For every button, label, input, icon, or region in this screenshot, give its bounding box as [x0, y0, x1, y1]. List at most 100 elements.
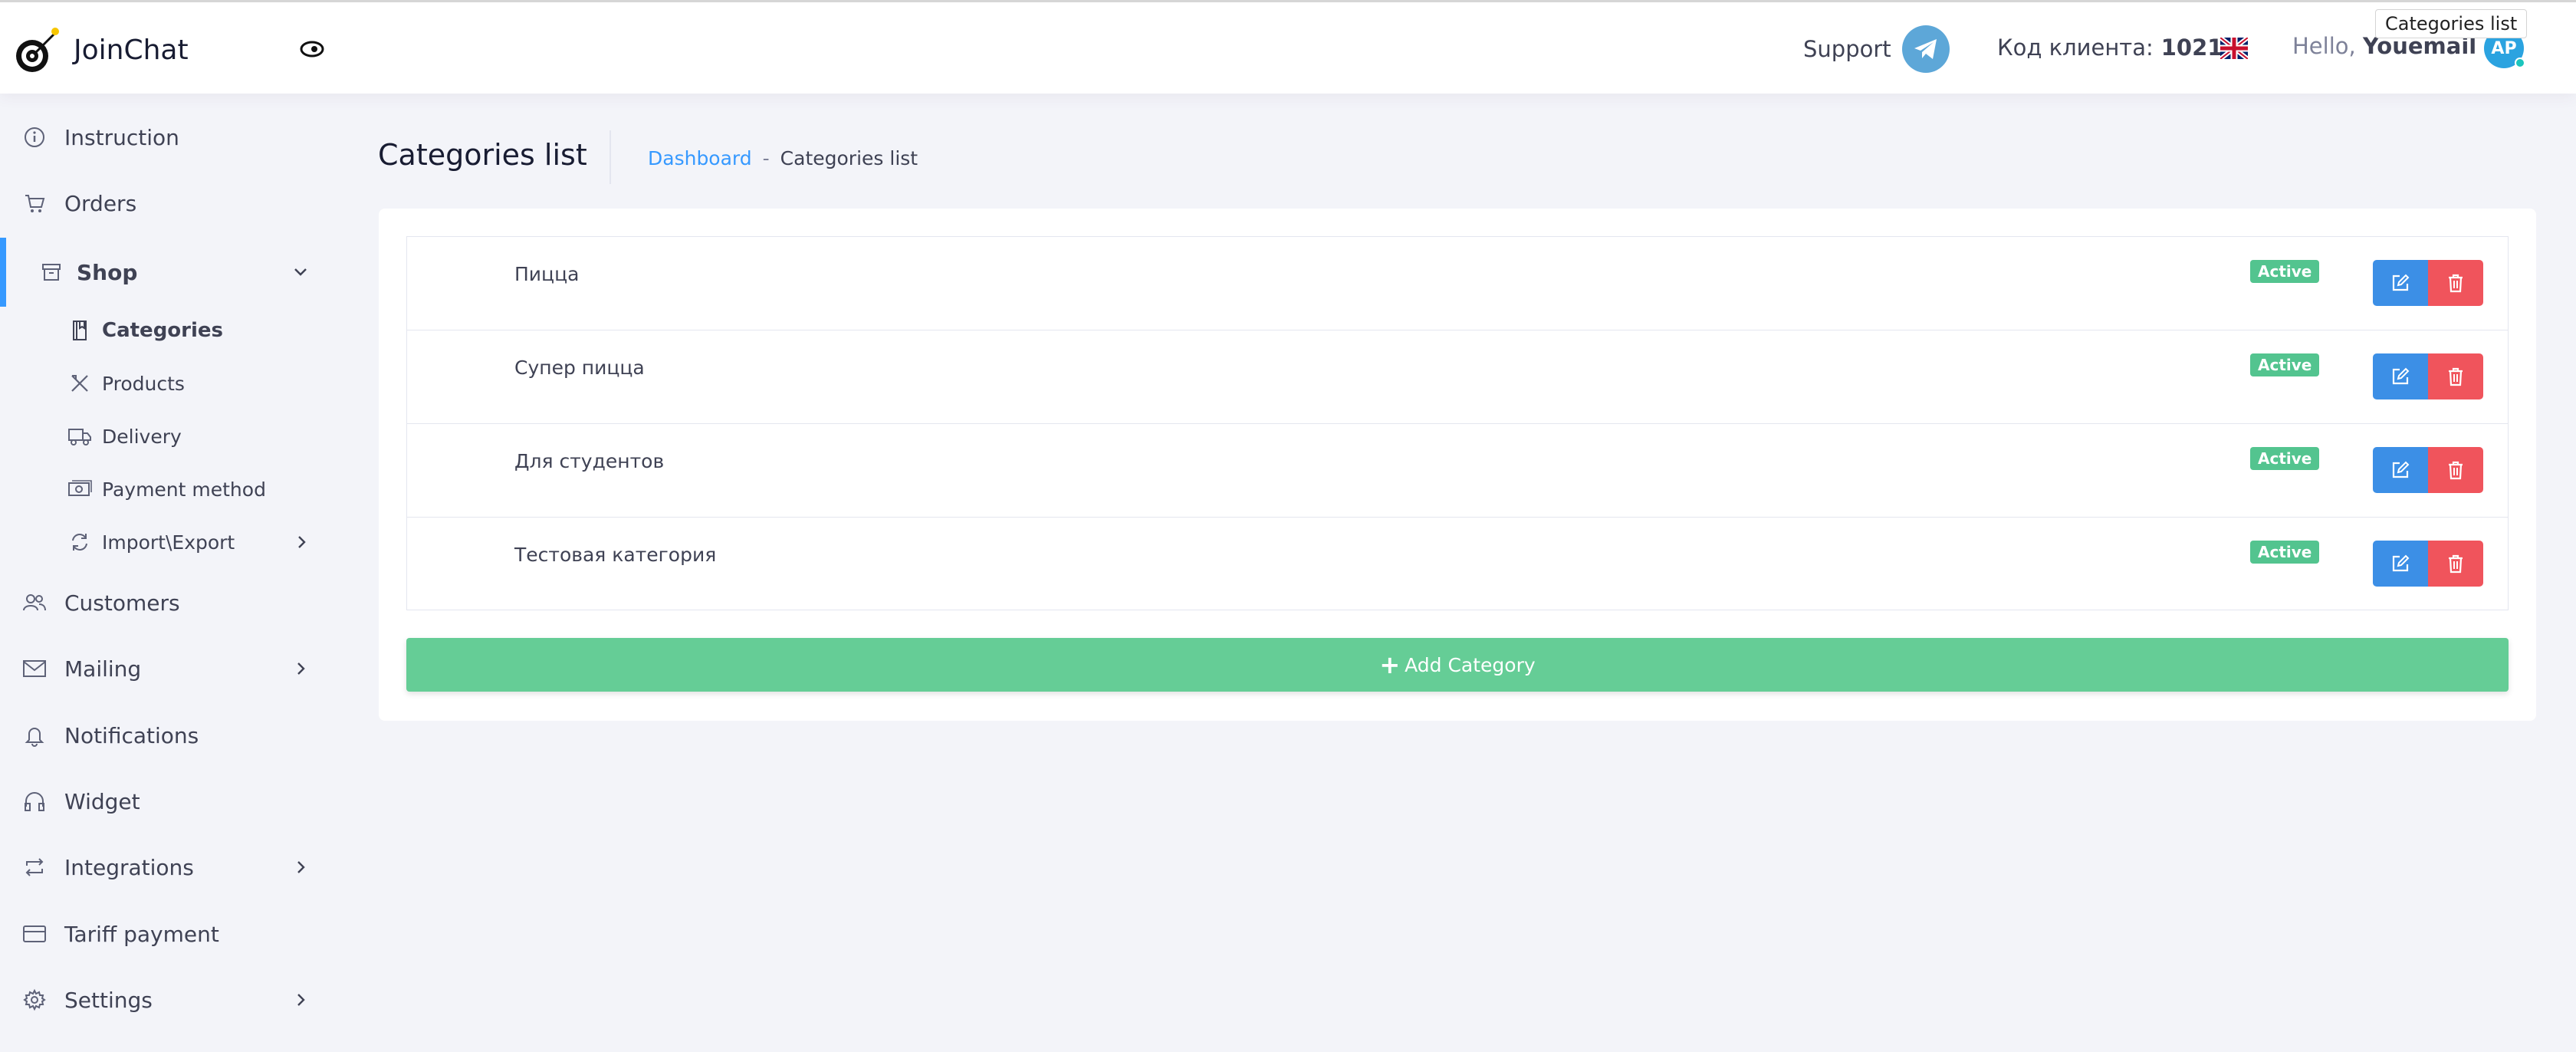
edit-icon: [2392, 461, 2410, 478]
edit-icon: [2392, 274, 2410, 291]
edit-button[interactable]: [2373, 447, 2428, 493]
sidebar-item-customers[interactable]: Customers: [0, 578, 330, 627]
sidebar-item-integrations[interactable]: Integrations: [0, 843, 330, 892]
status-badge: Active: [2250, 541, 2320, 564]
sidebar-item-label: Tariff payment: [64, 921, 219, 947]
active-indicator: [0, 238, 6, 307]
edit-button[interactable]: [2373, 353, 2428, 399]
sidebar-item-label: Widget: [64, 788, 140, 814]
brand-name: JoinChat: [74, 34, 189, 66]
status-badge: Active: [2250, 447, 2320, 470]
edit-button[interactable]: [2373, 541, 2428, 587]
add-category-button[interactable]: + Add Category: [406, 638, 2509, 692]
book-icon: [67, 318, 92, 343]
sidebar-subitem-delivery[interactable]: Delivery: [0, 415, 330, 458]
table-row[interactable]: Тестовая категория Active: [407, 518, 2508, 611]
delete-button[interactable]: [2428, 260, 2483, 306]
bell-icon: [21, 722, 48, 748]
repeat-icon: [21, 854, 48, 880]
sidebar-subitem-label: Import\Export: [102, 531, 235, 554]
tooltip: Categories list: [2375, 9, 2528, 38]
sidebar-item-mailing[interactable]: Mailing: [0, 644, 330, 693]
truck-icon: [67, 424, 92, 449]
title-separator: [610, 130, 611, 184]
sidebar-subitem-label: Products: [102, 372, 185, 395]
chevron-right-icon: [298, 536, 306, 548]
sidebar-item-label: Settings: [64, 987, 153, 1013]
chevron-down-icon: [294, 268, 307, 276]
info-icon: [21, 124, 48, 150]
top-header: JoinChat Support Код клиента: 1021 Hello,…: [0, 0, 2576, 94]
breadcrumb-separator: -: [762, 147, 770, 169]
telegram-icon: [1901, 25, 1950, 73]
page-title: Categories list: [378, 138, 587, 172]
sidebar-item-label: Integrations: [64, 854, 194, 880]
support-label: Support: [1803, 36, 1891, 62]
sidebar-item-orders[interactable]: Orders: [0, 179, 330, 228]
breadcrumb-current: Categories list: [780, 147, 918, 169]
delete-button[interactable]: [2428, 541, 2483, 587]
sidebar-subitem-import-export[interactable]: Import\Export: [0, 521, 330, 564]
breadcrumb-dashboard-link[interactable]: Dashboard: [648, 147, 752, 169]
mail-icon: [21, 656, 48, 682]
users-icon: [21, 590, 48, 616]
sidebar-item-label: Customers: [64, 590, 180, 616]
chevron-right-icon: [297, 662, 305, 675]
breadcrumb: Dashboard - Categories list: [648, 147, 918, 169]
target-logo-icon: [16, 28, 59, 72]
table-row[interactable]: Пицца Active: [407, 237, 2508, 330]
delete-button[interactable]: [2428, 447, 2483, 493]
sidebar-item-label: Shop: [77, 259, 138, 285]
status-badge: Active: [2250, 260, 2320, 283]
category-name: Супер пицца: [514, 357, 645, 379]
uk-flag-icon[interactable]: [2220, 38, 2248, 59]
sidebar-subitem-products[interactable]: Products: [0, 362, 330, 405]
add-category-label: Add Category: [1405, 653, 1536, 676]
category-name: Для студентов: [514, 450, 665, 472]
sidebar-item-widget[interactable]: Widget: [0, 777, 330, 826]
sidebar-item-shop[interactable]: Shop: [0, 238, 330, 307]
sidebar-item-notifications[interactable]: Notifications: [0, 711, 330, 760]
brand-logo[interactable]: JoinChat: [14, 25, 189, 74]
credit-card-icon: [21, 921, 48, 947]
plus-icon: +: [1379, 650, 1401, 679]
online-status-dot: [2515, 58, 2525, 68]
utensils-icon: [67, 371, 92, 396]
delete-button[interactable]: [2428, 353, 2483, 399]
sidebar-item-label: Instruction: [64, 124, 179, 150]
trash-icon: [2449, 461, 2463, 480]
categories-list: Пицца Active Супер пицца Active Для студ…: [406, 236, 2509, 610]
trash-icon: [2449, 274, 2463, 293]
edit-button[interactable]: [2373, 260, 2428, 306]
table-row[interactable]: Супер пицца Active: [407, 330, 2508, 424]
box-icon: [38, 259, 64, 285]
edit-icon: [2392, 367, 2410, 385]
sidebar-subitem-label: Payment method: [102, 478, 266, 501]
sidebar-subitem-label: Delivery: [102, 425, 182, 448]
sidebar-subitem-label: Categories: [102, 319, 224, 342]
category-name: Тестовая категория: [514, 544, 717, 566]
trash-icon: [2449, 367, 2463, 386]
sidebar-item-instruction[interactable]: Instruction: [0, 113, 330, 162]
chevron-right-icon: [297, 994, 305, 1006]
sidebar-item-label: Orders: [64, 190, 137, 216]
eye-toggle-icon[interactable]: [299, 36, 325, 62]
edit-icon: [2392, 554, 2410, 572]
trash-icon: [2449, 554, 2463, 574]
support-link[interactable]: Support: [1803, 25, 1950, 73]
sidebar-item-settings[interactable]: Settings: [0, 975, 330, 1024]
gear-icon: [21, 987, 48, 1013]
table-row[interactable]: Для студентов Active: [407, 424, 2508, 518]
sidebar-item-label: Notifications: [64, 722, 199, 748]
headphones-icon: [21, 788, 48, 814]
sidebar-subitem-categories[interactable]: Categories: [0, 309, 330, 352]
hello-label: Hello,: [2292, 33, 2356, 59]
sidebar-item-label: Mailing: [64, 656, 142, 682]
sidebar-subitem-payment-method[interactable]: Payment method: [0, 468, 330, 511]
sidebar-item-tariff-payment[interactable]: Tariff payment: [0, 909, 330, 958]
sidebar: Instruction Orders Shop Categories Produ…: [0, 94, 330, 1052]
chevron-right-icon: [297, 861, 305, 873]
categories-card: Пицца Active Супер пицца Active Для студ…: [379, 209, 2536, 721]
money-icon: [67, 477, 92, 501]
client-code-label: Код клиента:: [1997, 35, 2154, 61]
